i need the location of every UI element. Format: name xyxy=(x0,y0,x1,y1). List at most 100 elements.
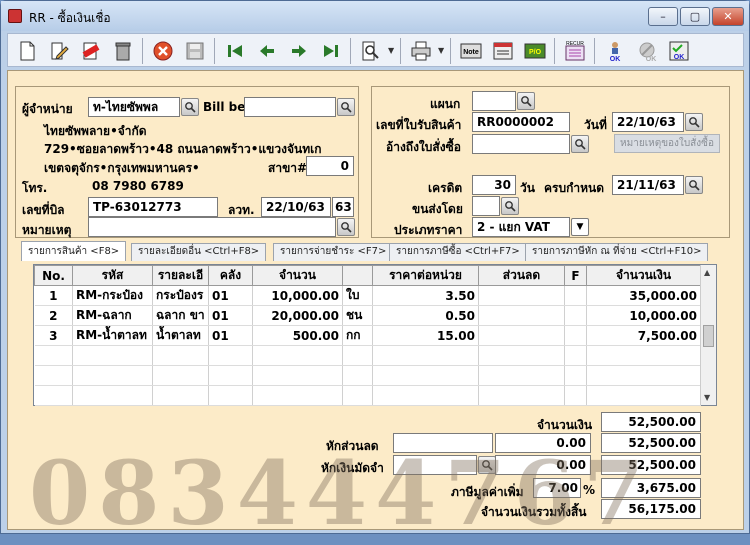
po-note-button[interactable]: หมายเหตุของใบสั่งซื้อ xyxy=(614,134,720,153)
discount-field[interactable]: 0.00 xyxy=(495,433,591,453)
deposit-search-button[interactable] xyxy=(478,456,496,474)
col-flag[interactable]: F xyxy=(564,265,587,286)
svg-text:Note: Note xyxy=(463,49,479,56)
edit-icon[interactable] xyxy=(46,38,72,64)
department-field[interactable] xyxy=(472,91,516,111)
search-icon xyxy=(575,139,586,150)
date-picker-button[interactable] xyxy=(685,113,703,131)
bill-no-field[interactable]: TP-63012773 xyxy=(88,197,218,217)
search-icon xyxy=(689,180,700,191)
chevron-down-icon[interactable]: ▼ xyxy=(438,46,444,55)
scroll-thumb[interactable] xyxy=(703,325,714,347)
print-icon[interactable] xyxy=(408,38,434,64)
remark-field[interactable] xyxy=(88,217,336,237)
minimize-button[interactable]: – xyxy=(648,7,678,26)
col-unit-price[interactable]: ราคาต่อหน่วย xyxy=(372,265,479,286)
due-date-field[interactable]: 21/11/63 xyxy=(612,175,684,195)
prev-record-icon[interactable] xyxy=(254,38,280,64)
supplier-code-field[interactable]: ท-ไทยซัพพล xyxy=(88,97,180,117)
po-icon[interactable]: P/O xyxy=(522,38,548,64)
bill-search-button[interactable] xyxy=(337,98,355,116)
table-row[interactable] xyxy=(34,345,701,366)
col-qty[interactable]: จำนวน xyxy=(252,265,343,286)
po-ref-field[interactable] xyxy=(472,134,570,154)
price-type-select[interactable]: 2 - แยก VAT xyxy=(472,217,570,237)
col-warehouse[interactable]: คลัง xyxy=(208,265,253,286)
deposit-field[interactable]: 0.00 xyxy=(495,455,591,475)
app-icon xyxy=(8,9,22,23)
table-row[interactable]: 1 RM-กระป๋อง กระป๋องร 01 10,000.00 ใบ 3.… xyxy=(34,285,701,306)
save-icon[interactable] xyxy=(182,38,208,64)
trash-icon[interactable] xyxy=(110,38,136,64)
title-bar: RR - ซื้อเงินเชื่อ – ▢ ✕ xyxy=(1,1,749,31)
vat-field: 3,675.00 xyxy=(601,478,701,498)
date-field[interactable]: 22/10/63 xyxy=(612,112,684,132)
receipt-no-field[interactable]: RR0000002 xyxy=(472,112,570,132)
approve-ok-icon[interactable]: OK xyxy=(602,38,628,64)
table-row[interactable]: 3 RM-น้ำตาลท น้ำตาลท 01 500.00 กก 15.00 … xyxy=(34,325,701,346)
first-record-icon[interactable] xyxy=(222,38,248,64)
ship-by-field[interactable] xyxy=(472,196,500,216)
scroll-down-icon[interactable]: ▼ xyxy=(704,393,710,402)
vat-percent-label: % xyxy=(583,483,596,497)
new-doc-icon[interactable] xyxy=(14,38,40,64)
col-amount[interactable]: จำนวนเงิน xyxy=(586,265,701,286)
po-ref-search-button[interactable] xyxy=(571,135,589,153)
next-record-icon[interactable] xyxy=(286,38,312,64)
bill-date-field[interactable]: 22/10/63 xyxy=(261,197,331,217)
vat-rate-field[interactable]: 7.00 xyxy=(533,478,581,498)
chevron-down-icon[interactable]: ▼ xyxy=(571,218,589,236)
due-date-picker-button[interactable] xyxy=(685,176,703,194)
ship-by-label: ขนส่งโดย xyxy=(412,202,463,216)
toolbar: ▼ ▼ Note P/O RECUR OK OK OK xyxy=(7,33,744,67)
tab-details[interactable]: รายละเอียดอื่น <Ctrl+F8> xyxy=(131,243,267,261)
form-icon[interactable] xyxy=(490,38,516,64)
supplier-search-button[interactable] xyxy=(181,98,199,116)
col-no[interactable]: No. xyxy=(34,265,73,286)
col-desc[interactable]: รายละเอี xyxy=(152,265,209,286)
tab-payments[interactable]: รายการจ่ายชำระ <F7> xyxy=(273,243,394,261)
svg-text:OK: OK xyxy=(674,54,685,61)
cancel-icon[interactable] xyxy=(150,38,176,64)
bill-be-field[interactable] xyxy=(244,97,336,117)
deposit-text-field[interactable] xyxy=(393,455,477,475)
phone-value: 08 7980 6789 xyxy=(92,179,184,193)
search-icon xyxy=(521,96,532,107)
discount-text-field[interactable] xyxy=(393,433,493,453)
approve-disabled-icon[interactable]: OK xyxy=(634,38,660,64)
vat-label: ภาษีมูลค่าเพิ่ม xyxy=(451,485,524,499)
search-doc-icon[interactable] xyxy=(358,38,384,64)
items-grid[interactable]: No. รหัส รายละเอี คลัง จำนวน ราคาต่อหน่ว… xyxy=(33,264,717,406)
bill-date-year-field[interactable]: 63 xyxy=(332,197,354,217)
table-row[interactable] xyxy=(34,385,701,406)
search-icon xyxy=(505,201,516,212)
col-code[interactable]: รหัส xyxy=(72,265,153,286)
tab-items[interactable]: รายการสินค้า <F8> xyxy=(21,241,127,261)
close-button[interactable]: ✕ xyxy=(712,7,744,26)
tab-withholding-tax[interactable]: รายการภาษีหัก ณ ที่จ่าย <Ctrl+F10> xyxy=(525,243,709,261)
remark-search-button[interactable] xyxy=(337,218,355,236)
supplier-name: ไทยซัพพลาย•จำกัด xyxy=(44,124,147,138)
department-search-button[interactable] xyxy=(517,92,535,110)
date-label: วันที่ xyxy=(584,118,607,132)
ship-by-search-button[interactable] xyxy=(501,197,519,215)
branch-field[interactable]: 0 xyxy=(306,156,354,176)
maximize-button[interactable]: ▢ xyxy=(680,7,710,26)
tab-strip: รายการสินค้า <F8> รายละเอียดอื่น <Ctrl+F… xyxy=(21,241,731,261)
col-unit[interactable] xyxy=(342,265,373,286)
col-discount[interactable]: ส่วนลด xyxy=(478,265,565,286)
phone-label: โทร. xyxy=(22,181,48,195)
chevron-down-icon[interactable]: ▼ xyxy=(388,46,394,55)
tab-purchase-tax[interactable]: รายการภาษีซื้อ <Ctrl+F7> xyxy=(389,243,527,261)
last-record-icon[interactable] xyxy=(318,38,344,64)
note-icon[interactable]: Note xyxy=(458,38,484,64)
credit-field[interactable]: 30 xyxy=(472,175,516,195)
recur-icon[interactable]: RECUR xyxy=(562,38,588,64)
void-icon[interactable] xyxy=(78,38,104,64)
grid-scrollbar[interactable]: ▲ ▼ xyxy=(700,265,716,405)
scroll-up-icon[interactable]: ▲ xyxy=(704,268,710,277)
check-ok-icon[interactable]: OK xyxy=(666,38,692,64)
branch-label: สาขา# xyxy=(268,161,308,175)
table-row[interactable] xyxy=(34,365,701,386)
table-row[interactable]: 2 RM-ฉลาก ฉลาก ขา 01 20,000.00 ชน 0.50 1… xyxy=(34,305,701,326)
